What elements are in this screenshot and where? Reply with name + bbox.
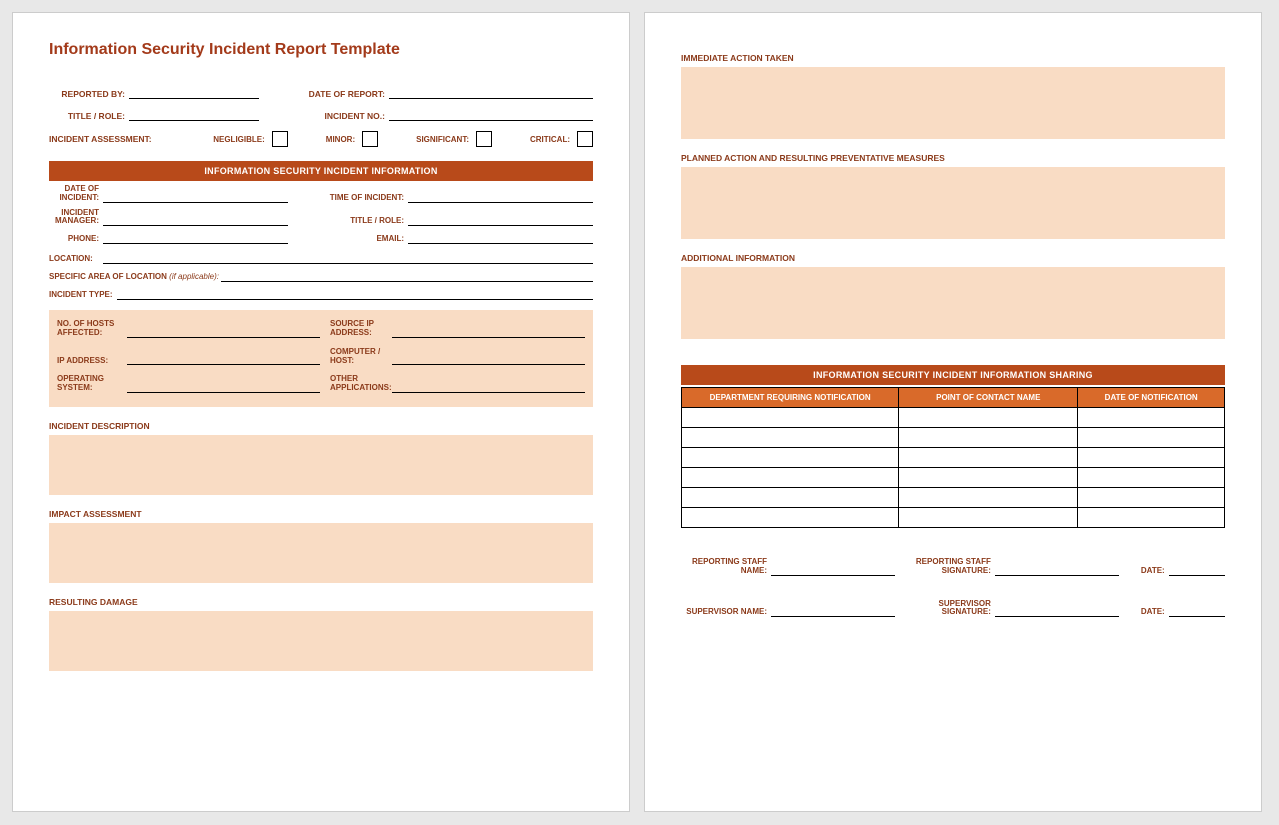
label-incident-no: INCIDENT NO.: [259, 111, 389, 121]
sharing-table: DEPARTMENT REQUIRING NOTIFICATION POINT … [681, 387, 1225, 528]
label-title-role: TITLE / ROLE: [49, 111, 129, 121]
label-reported-by: REPORTED BY: [49, 89, 129, 99]
label-damage: RESULTING DAMAGE [49, 597, 593, 607]
label-staff-name: REPORTING STAFF NAME: [681, 558, 771, 576]
label-title-role2: TITLE / ROLE: [288, 217, 408, 226]
textarea-impact[interactable] [49, 523, 593, 583]
label-other-apps: OTHER APPLICATIONS: [320, 375, 392, 393]
opt-critical: CRITICAL: [530, 135, 570, 144]
input-hosts[interactable] [127, 326, 320, 338]
textarea-incident-desc[interactable] [49, 435, 593, 495]
input-other-apps[interactable] [392, 381, 585, 393]
input-incident-no[interactable] [389, 109, 593, 121]
input-location[interactable] [103, 252, 593, 264]
checkbox-minor[interactable] [362, 131, 378, 147]
input-sup-name[interactable] [771, 605, 895, 617]
table-row[interactable] [682, 488, 1225, 508]
table-row[interactable] [682, 448, 1225, 468]
input-email[interactable] [408, 232, 593, 244]
label-ip: IP ADDRESS: [57, 357, 127, 366]
label-incident-type: INCIDENT TYPE: [49, 291, 117, 300]
label-email: EMAIL: [288, 235, 408, 244]
label-sup-sig: SUPERVISOR SIGNATURE: [895, 600, 995, 618]
opt-significant: SIGNIFICANT: [416, 135, 469, 144]
label-assessment: INCIDENT ASSESSMENT: [49, 134, 152, 144]
label-os: OPERATING SYSTEM: [57, 375, 127, 393]
input-date-of-report[interactable] [389, 87, 593, 99]
label-staff-sig: REPORTING STAFF SIGNATURE: [895, 558, 995, 576]
input-computer[interactable] [392, 353, 585, 365]
input-title-role2[interactable] [408, 214, 593, 226]
input-incident-manager[interactable] [103, 214, 288, 226]
page-2: IMMEDIATE ACTION TAKEN PLANNED ACTION AN… [644, 12, 1262, 812]
label-phone: PHONE: [49, 235, 103, 244]
section-header-sharing: INFORMATION SECURITY INCIDENT INFORMATIO… [681, 365, 1225, 385]
label-date1: DATE: [1119, 567, 1169, 576]
label-specific-area: SPECIFIC AREA OF LOCATION (if applicable… [49, 273, 221, 282]
table-row[interactable] [682, 468, 1225, 488]
input-source-ip[interactable] [392, 326, 585, 338]
row-reported-by: REPORTED BY: DATE OF REPORT: [49, 87, 593, 99]
document-title: Information Security Incident Report Tem… [49, 41, 593, 59]
label-location: LOCATION: [49, 255, 103, 264]
table-row[interactable] [682, 408, 1225, 428]
label-computer: COMPUTER / HOST: [320, 348, 392, 366]
label-date-incident: DATE OF INCIDENT: [49, 185, 103, 203]
input-phone[interactable] [103, 232, 288, 244]
label-immediate: IMMEDIATE ACTION TAKEN [681, 53, 1225, 63]
label-date-of-report: DATE OF REPORT: [259, 89, 389, 99]
label-hosts: NO. OF HOSTS AFFECTED: [57, 320, 127, 338]
assessment-row: INCIDENT ASSESSMENT: NEGLIGIBLE: MINOR: … [49, 131, 593, 147]
label-time-incident: TIME OF INCIDENT: [288, 194, 408, 203]
textarea-damage[interactable] [49, 611, 593, 671]
input-date2[interactable] [1169, 605, 1225, 617]
table-row[interactable] [682, 508, 1225, 528]
opt-negligible: NEGLIGIBLE: [213, 135, 265, 144]
checkbox-critical[interactable] [577, 131, 593, 147]
input-staff-name[interactable] [771, 564, 895, 576]
input-reported-by[interactable] [129, 87, 259, 99]
network-info-block: NO. OF HOSTS AFFECTED: SOURCE IP ADDRESS… [49, 310, 593, 407]
input-specific-area[interactable] [221, 270, 593, 282]
label-date2: DATE: [1119, 608, 1169, 617]
row-title-role: TITLE / ROLE: INCIDENT NO.: [49, 109, 593, 121]
textarea-planned[interactable] [681, 167, 1225, 239]
section-header-info: INFORMATION SECURITY INCIDENT INFORMATIO… [49, 161, 593, 181]
input-title-role[interactable] [129, 109, 259, 121]
checkbox-negligible[interactable] [272, 131, 288, 147]
col-poc: POINT OF CONTACT NAME [899, 388, 1078, 408]
label-source-ip: SOURCE IP ADDRESS: [320, 320, 392, 338]
input-ip[interactable] [127, 353, 320, 365]
input-sup-sig[interactable] [995, 605, 1119, 617]
label-planned: PLANNED ACTION AND RESULTING PREVENTATIV… [681, 153, 1225, 163]
opt-minor: MINOR: [326, 135, 355, 144]
col-date: DATE OF NOTIFICATION [1078, 388, 1225, 408]
table-row[interactable] [682, 428, 1225, 448]
label-impact: IMPACT ASSESSMENT [49, 509, 593, 519]
textarea-immediate[interactable] [681, 67, 1225, 139]
label-sup-name: SUPERVISOR NAME: [681, 608, 771, 617]
input-staff-sig[interactable] [995, 564, 1119, 576]
label-incident-desc: INCIDENT DESCRIPTION [49, 421, 593, 431]
label-additional: ADDITIONAL INFORMATION [681, 253, 1225, 263]
label-incident-manager: INCIDENT MANAGER: [49, 209, 103, 227]
input-date-incident[interactable] [103, 191, 288, 203]
input-date1[interactable] [1169, 564, 1225, 576]
col-dept: DEPARTMENT REQUIRING NOTIFICATION [682, 388, 899, 408]
page-1: Information Security Incident Report Tem… [12, 12, 630, 812]
textarea-additional[interactable] [681, 267, 1225, 339]
input-os[interactable] [127, 381, 320, 393]
input-time-incident[interactable] [408, 191, 593, 203]
checkbox-significant[interactable] [476, 131, 492, 147]
input-incident-type[interactable] [117, 288, 593, 300]
